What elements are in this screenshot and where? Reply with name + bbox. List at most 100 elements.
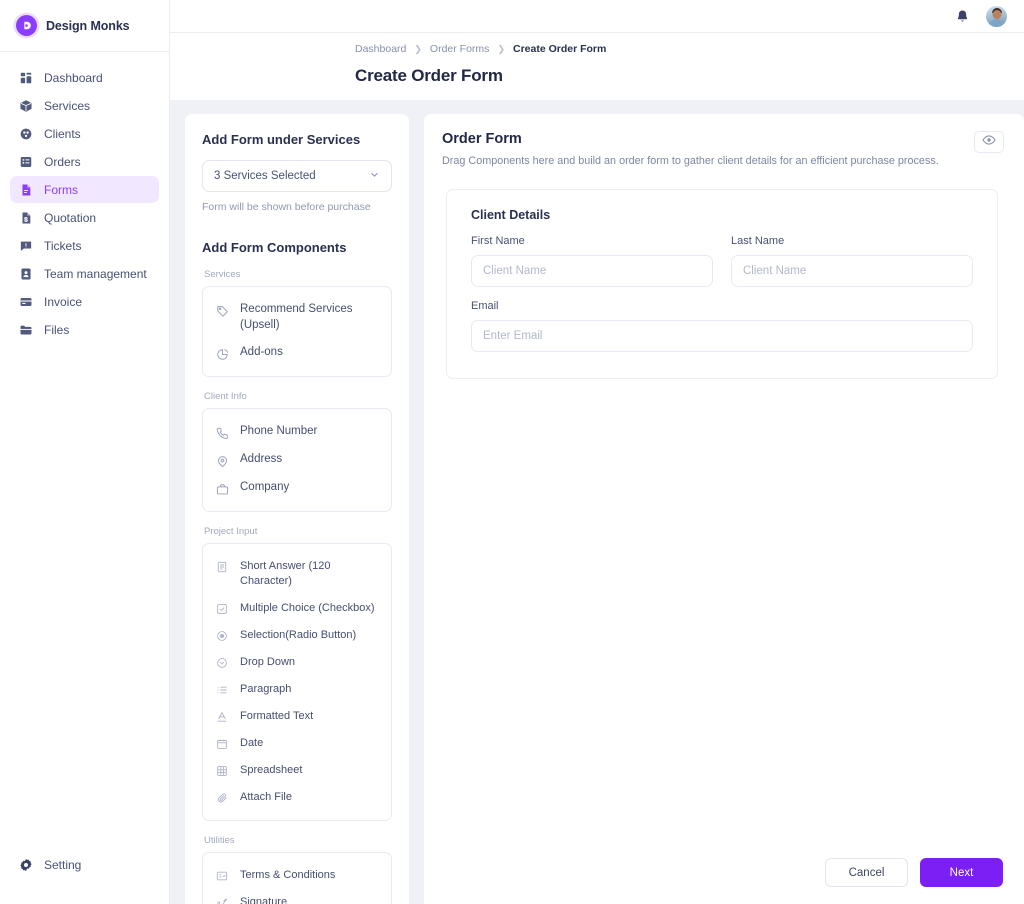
component-paragraph[interactable]: Paragraph <box>203 676 391 703</box>
component-short-answer[interactable]: Short Answer (120 Character) <box>203 553 391 595</box>
canvas-subtitle: Drag Components here and build an order … <box>442 155 939 167</box>
component-formatted-text[interactable]: Formatted Text <box>203 703 391 730</box>
sidebar-item-label: Orders <box>44 154 81 169</box>
sidebar-item-setting[interactable]: Setting <box>10 851 159 878</box>
component-attach-file[interactable]: Attach File <box>203 784 391 811</box>
component-label: Phone Number <box>240 425 318 438</box>
sidebar-item-team-management[interactable]: Team management <box>10 260 159 287</box>
services-select-value: 3 Services Selected <box>214 170 316 182</box>
attachment-icon <box>215 791 229 805</box>
component-add-ons[interactable]: Add-ons <box>203 339 391 367</box>
breadcrumb-item-dashboard[interactable]: Dashboard <box>355 43 406 55</box>
name-row: First Name Last Name <box>471 235 973 287</box>
sidebar-item-dashboard[interactable]: Dashboard <box>10 64 159 91</box>
first-name-input[interactable] <box>471 255 713 287</box>
preview-button[interactable] <box>974 131 1004 153</box>
component-recommend-services[interactable]: Recommend Services (Upsell) <box>203 296 391 339</box>
canvas-footer: Cancel Next <box>424 841 1024 904</box>
sidebar-item-label: Tickets <box>44 238 82 253</box>
map-pin-icon <box>215 454 229 468</box>
tag-icon <box>215 304 229 318</box>
services-select[interactable]: 3 Services Selected <box>202 160 392 192</box>
breadcrumb-item-order-forms[interactable]: Order Forms <box>430 43 490 55</box>
gear-icon <box>18 857 33 872</box>
component-company[interactable]: Company <box>203 474 391 502</box>
sidebar-item-clients[interactable]: Clients <box>10 120 159 147</box>
component-group-client-info: Phone Number Address Company <box>202 408 392 513</box>
signature-icon <box>215 896 229 904</box>
chevron-down-icon <box>369 169 380 183</box>
add-form-under-services-heading: Add Form under Services <box>202 132 361 147</box>
grid-icon <box>215 764 229 778</box>
component-date[interactable]: Date <box>203 730 391 757</box>
sidebar-item-forms[interactable]: Forms <box>10 176 159 203</box>
sidebar: Design Monks Dashboard Services Clients … <box>0 0 170 904</box>
sidebar-item-label: Team management <box>44 266 147 281</box>
component-label: Multiple Choice (Checkbox) <box>240 601 375 614</box>
email-input[interactable] <box>471 320 973 352</box>
group-label-client-info: Client Info <box>204 391 247 403</box>
component-selection-radio[interactable]: Selection(Radio Button) <box>203 622 391 649</box>
component-group-services: Recommend Services (Upsell) Add-ons <box>202 286 392 378</box>
sidebar-item-tickets[interactable]: Tickets <box>10 232 159 259</box>
invoice-icon <box>18 294 33 309</box>
terms-icon <box>215 869 229 883</box>
client-details-title: Client Details <box>471 208 551 222</box>
services-hint: Form will be shown before purchase <box>202 201 371 213</box>
cancel-button[interactable]: Cancel <box>825 858 908 887</box>
component-terms-conditions[interactable]: Terms & Conditions <box>203 862 391 889</box>
canvas-header: Order Form Drag Components here and buil… <box>424 114 1024 167</box>
component-drop-down[interactable]: Drop Down <box>203 649 391 676</box>
radio-button-icon <box>215 629 229 643</box>
component-address[interactable]: Address <box>203 446 391 474</box>
brand[interactable]: Design Monks <box>0 0 169 51</box>
component-signature[interactable]: Signature <box>203 889 391 904</box>
add-form-components-heading: Add Form Components <box>202 240 347 255</box>
dashboard-icon <box>18 70 33 85</box>
component-spreadsheet[interactable]: Spreadsheet <box>203 757 391 784</box>
design-monks-logo-icon <box>16 15 37 36</box>
first-name-field: First Name <box>471 235 713 287</box>
component-phone-number[interactable]: Phone Number <box>203 418 391 446</box>
box-icon <box>18 98 33 113</box>
canvas-title: Order Form <box>442 131 522 147</box>
sidebar-item-label: Forms <box>44 182 78 197</box>
sidebar-item-quotation[interactable]: Quotation <box>10 204 159 231</box>
sidebar-item-label: Clients <box>44 126 81 141</box>
ticket-icon <box>18 238 33 253</box>
last-name-input[interactable] <box>731 255 973 287</box>
component-label: Date <box>240 736 264 749</box>
bell-icon[interactable] <box>955 9 970 24</box>
component-label: Add-ons <box>240 346 283 359</box>
component-label: Attach File <box>240 790 292 803</box>
component-multiple-choice[interactable]: Multiple Choice (Checkbox) <box>203 595 391 622</box>
group-label-utilities: Utilities <box>204 834 235 846</box>
chevron-right-icon: ❯ <box>414 43 422 54</box>
component-group-project-input: Short Answer (120 Character) Multiple Ch… <box>202 543 392 821</box>
chevron-right-icon: ❯ <box>497 43 505 54</box>
group-label-project-input: Project Input <box>204 526 258 538</box>
component-label: Paragraph <box>240 682 292 695</box>
file-text-icon <box>18 182 33 197</box>
email-label: Email <box>471 300 499 312</box>
topbar <box>170 0 1024 33</box>
sidebar-item-label: Dashboard <box>44 70 103 85</box>
first-name-label: First Name <box>471 235 525 247</box>
component-group-utilities: Terms & Conditions Signature <box>202 851 392 904</box>
component-label: Recommend Services (Upsell) <box>240 303 353 331</box>
avatar[interactable] <box>986 5 1007 27</box>
sidebar-item-orders[interactable]: Orders <box>10 148 159 175</box>
calendar-icon <box>215 737 229 751</box>
component-label: Company <box>240 481 290 494</box>
quotation-icon <box>18 210 33 225</box>
last-name-label: Last Name <box>731 235 785 247</box>
main-region: Dashboard ❯ Order Forms ❯ Create Order F… <box>170 0 1024 904</box>
formatted-text-icon <box>215 710 229 724</box>
sidebar-item-files[interactable]: Files <box>10 316 159 343</box>
next-button[interactable]: Next <box>920 858 1003 887</box>
sidebar-item-invoice[interactable]: Invoice <box>10 288 159 315</box>
short-answer-icon <box>215 560 229 574</box>
sidebar-item-services[interactable]: Services <box>10 92 159 119</box>
phone-icon <box>215 426 229 440</box>
